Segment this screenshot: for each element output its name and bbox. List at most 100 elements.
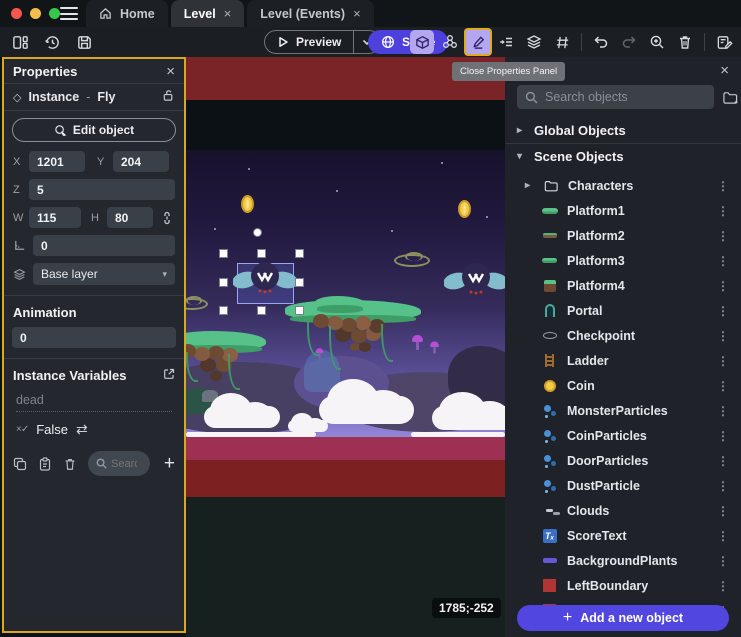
kebab-menu-icon[interactable]: ⋮: [715, 304, 731, 318]
width-input[interactable]: 115: [29, 207, 81, 228]
resize-handle-w[interactable]: [219, 278, 228, 287]
resize-handle-nw[interactable]: [219, 249, 228, 258]
resize-handle-s[interactable]: [257, 306, 266, 315]
redo-icon[interactable]: [617, 30, 641, 54]
history-icon[interactable]: [40, 30, 64, 54]
checkpoint-outline[interactable]: [186, 298, 208, 310]
kebab-menu-icon[interactable]: ⋮: [715, 229, 731, 243]
aspect-ratio-link-icon[interactable]: [161, 211, 173, 225]
fly-monster-instance[interactable]: [444, 260, 505, 300]
kebab-menu-icon[interactable]: ⋮: [715, 504, 731, 518]
grid-icon[interactable]: [550, 30, 574, 54]
object-row-platform4[interactable]: Platform4 ⋮: [505, 273, 741, 298]
kebab-menu-icon[interactable]: ⋮: [715, 529, 731, 543]
object-row-ladder[interactable]: Ladder ⋮: [505, 348, 741, 373]
resize-handle-e[interactable]: [295, 278, 304, 287]
coin-instance[interactable]: [241, 195, 254, 213]
preview-button[interactable]: Preview: [265, 31, 353, 53]
scene-canvas[interactable]: 1785;-252: [186, 57, 505, 637]
kebab-menu-icon[interactable]: ⋮: [715, 579, 731, 593]
x-input[interactable]: 1201: [29, 151, 85, 172]
open-variables-icon[interactable]: [163, 368, 175, 383]
resize-handle-ne[interactable]: [295, 249, 304, 258]
group-scene-objects[interactable]: ▾ Scene Objects: [505, 143, 741, 169]
minimize-window-button[interactable]: [30, 8, 41, 19]
resize-handle-sw[interactable]: [219, 306, 228, 315]
object-row-platform3[interactable]: Platform3 ⋮: [505, 248, 741, 273]
close-properties-icon[interactable]: ×: [166, 63, 175, 80]
rotation-handle[interactable]: [253, 228, 262, 237]
unlock-icon[interactable]: [162, 89, 175, 105]
fly-monster-instance-selected[interactable]: [233, 258, 297, 298]
instances-list-icon[interactable]: [494, 30, 518, 54]
zoom-window-button[interactable]: [49, 8, 60, 19]
object-row-monsterparticles[interactable]: MonsterParticles ⋮: [505, 398, 741, 423]
object-row-checkpoint[interactable]: Checkpoint ⋮: [505, 323, 741, 348]
kebab-menu-icon[interactable]: ⋮: [715, 379, 731, 393]
objects-search-input[interactable]: [545, 90, 706, 104]
add-variable-button[interactable]: +: [164, 454, 175, 473]
edit-object-button[interactable]: Edit object: [12, 118, 176, 142]
kebab-menu-icon[interactable]: ⋮: [715, 329, 731, 343]
object-groups-icon[interactable]: [438, 30, 462, 54]
y-input[interactable]: 204: [113, 151, 169, 172]
close-objects-icon[interactable]: ×: [720, 62, 729, 79]
kebab-menu-icon[interactable]: ⋮: [715, 204, 731, 218]
z-input[interactable]: 5: [29, 179, 175, 200]
kebab-menu-icon[interactable]: ⋮: [715, 454, 731, 468]
tab-level[interactable]: Level ×: [171, 0, 245, 27]
kebab-menu-icon[interactable]: ⋮: [715, 404, 731, 418]
variables-search-input[interactable]: [111, 458, 137, 470]
paste-icon[interactable]: [38, 457, 52, 471]
edit-events-icon[interactable]: [712, 30, 736, 54]
object-row-dustparticle[interactable]: DustParticle ⋮: [505, 473, 741, 498]
variable-value[interactable]: False: [36, 422, 68, 437]
trash-icon[interactable]: [63, 457, 77, 471]
object-row-backgroundplants[interactable]: BackgroundPlants ⋮: [505, 548, 741, 573]
floating-island[interactable]: [285, 296, 421, 391]
coin-instance[interactable]: [458, 200, 471, 218]
layers-icon[interactable]: [522, 30, 546, 54]
kebab-menu-icon[interactable]: ⋮: [715, 429, 731, 443]
variable-name[interactable]: dead: [16, 393, 172, 412]
resize-handle-n[interactable]: [257, 249, 266, 258]
kebab-menu-icon[interactable]: ⋮: [715, 554, 731, 568]
kebab-menu-icon[interactable]: ⋮: [715, 179, 731, 193]
add-folder-icon[interactable]: [722, 90, 739, 105]
resize-handle-se[interactable]: [295, 306, 304, 315]
object-row-platform2[interactable]: Platform2 ⋮: [505, 223, 741, 248]
add-new-object-button[interactable]: + Add a new object: [517, 605, 729, 631]
checkpoint-outline[interactable]: [394, 254, 430, 267]
angle-input[interactable]: 0: [33, 235, 175, 256]
kebab-menu-icon[interactable]: ⋮: [715, 479, 731, 493]
zoom-in-icon[interactable]: [645, 30, 669, 54]
hamburger-menu-icon[interactable]: [60, 7, 78, 20]
tab-home[interactable]: Home: [86, 0, 168, 27]
object-row-coin[interactable]: Coin ⋮: [505, 373, 741, 398]
save-icon[interactable]: [72, 30, 96, 54]
close-tab-icon[interactable]: ×: [224, 6, 232, 21]
panels-layout-icon[interactable]: [8, 30, 32, 54]
close-window-button[interactable]: [11, 8, 22, 19]
variables-search[interactable]: [88, 451, 150, 476]
kebab-menu-icon[interactable]: ⋮: [715, 254, 731, 268]
undo-icon[interactable]: [589, 30, 613, 54]
group-global-objects[interactable]: ▸ Global Objects: [505, 117, 741, 143]
object-row-clouds[interactable]: Clouds ⋮: [505, 498, 741, 523]
edit-scene-pencil-icon[interactable]: [466, 30, 490, 54]
kebab-menu-icon[interactable]: ⋮: [715, 279, 731, 293]
object-row-platform1[interactable]: Platform1 ⋮: [505, 198, 741, 223]
object-row-coinparticles[interactable]: CoinParticles ⋮: [505, 423, 741, 448]
3d-view-icon[interactable]: [410, 30, 434, 54]
delete-icon[interactable]: [673, 30, 697, 54]
object-row-leftboundary[interactable]: LeftBoundary ⋮: [505, 573, 741, 598]
close-tab-icon[interactable]: ×: [353, 6, 361, 21]
object-row-portal[interactable]: Portal ⋮: [505, 298, 741, 323]
objects-search[interactable]: [517, 85, 714, 109]
copy-icon[interactable]: [13, 457, 27, 471]
height-input[interactable]: 80: [107, 207, 153, 228]
animation-input[interactable]: 0: [12, 327, 176, 348]
object-row-doorparticles[interactable]: DoorParticles ⋮: [505, 448, 741, 473]
layer-select[interactable]: Base layer ▾: [33, 263, 175, 285]
object-row-scoretext[interactable]: ScoreText ⋮: [505, 523, 741, 548]
